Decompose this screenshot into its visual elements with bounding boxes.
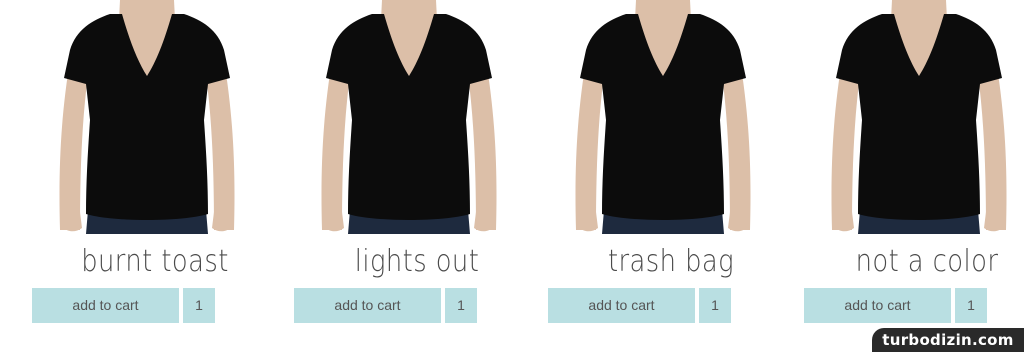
add-to-cart-button[interactable]: add to cart [804,288,951,323]
product-image[interactable] [568,0,758,234]
quantity-field[interactable]: 1 [955,288,987,323]
add-to-cart-button[interactable]: add to cart [32,288,179,323]
quantity-field[interactable]: 1 [699,288,731,323]
product-card: trash bag add to cart 1 [548,0,804,352]
add-to-cart-button[interactable]: add to cart [294,288,441,323]
product-name: not a color [855,244,999,279]
product-card: burnt toast add to cart 1 [32,0,288,352]
product-name: burnt toast [81,244,229,279]
quantity-field[interactable]: 1 [445,288,477,323]
product-image[interactable] [52,0,242,234]
product-name: trash bag [607,244,735,279]
product-image[interactable] [314,0,504,234]
product-card: not a color add to cart 1 [804,0,1024,352]
product-name: lights out [354,244,480,279]
quantity-field[interactable]: 1 [183,288,215,323]
watermark: turbodizin.com [872,328,1024,352]
product-image[interactable] [824,0,1014,234]
product-card: lights out add to cart 1 [294,0,550,352]
add-to-cart-button[interactable]: add to cart [548,288,695,323]
